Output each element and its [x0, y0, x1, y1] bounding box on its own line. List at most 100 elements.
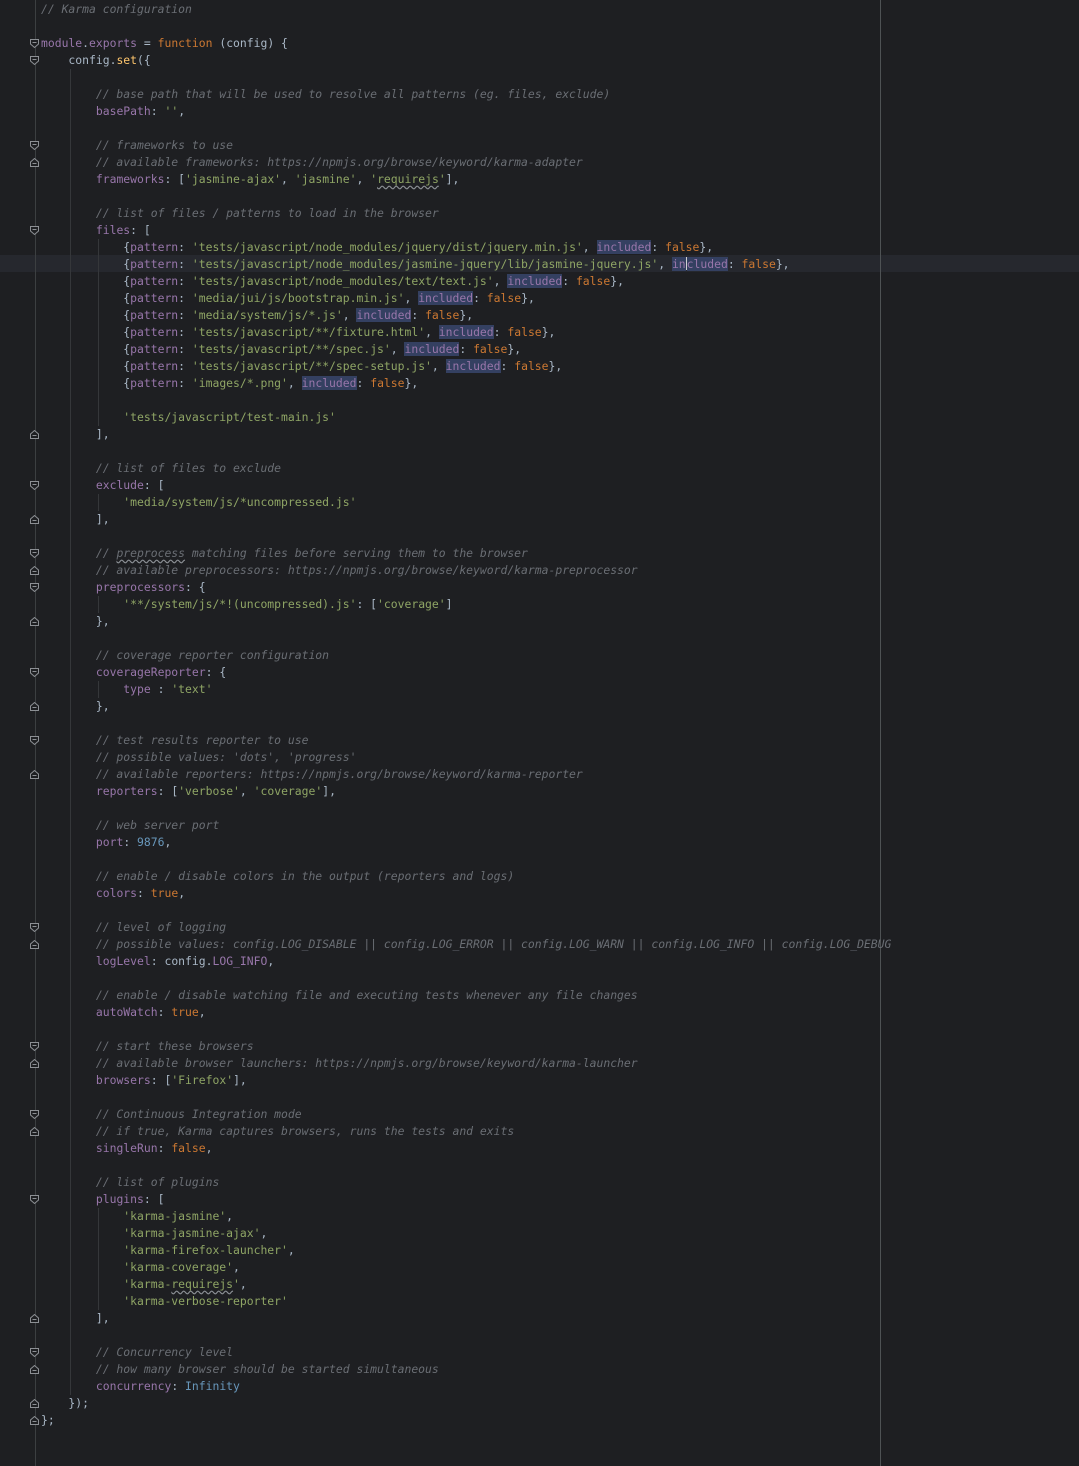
code-line[interactable]: concurrency: Infinity: [41, 1378, 240, 1395]
code-line[interactable]: coverageReporter: {: [41, 664, 226, 681]
code-line[interactable]: ],: [41, 426, 110, 443]
fold-end-icon[interactable]: [30, 430, 39, 439]
code-token: ,: [260, 1226, 268, 1240]
fold-end-icon[interactable]: [30, 158, 39, 167]
fold-end-icon[interactable]: [30, 1127, 39, 1136]
fold-collapse-icon[interactable]: [30, 1110, 39, 1119]
code-line[interactable]: preprocessors: {: [41, 579, 206, 596]
code-line[interactable]: // available frameworks: https://npmjs.o…: [41, 154, 583, 171]
code-line[interactable]: {pattern: 'tests/javascript/**/spec.js',…: [41, 341, 521, 358]
code-line[interactable]: // test results reporter to use: [41, 732, 309, 749]
fold-collapse-icon[interactable]: [30, 923, 39, 932]
code-line[interactable]: // list of files / patterns to load in t…: [41, 205, 439, 222]
code-line[interactable]: config.set({: [41, 52, 150, 69]
code-token: ,: [287, 376, 302, 390]
fold-collapse-icon[interactable]: [30, 39, 39, 48]
code-token: // enable / disable colors in the output…: [41, 869, 515, 883]
code-line[interactable]: // possible values: 'dots', 'progress': [41, 749, 357, 766]
code-line[interactable]: // preprocess matching files before serv…: [41, 545, 528, 562]
code-line[interactable]: 'tests/javascript/test-main.js': [41, 409, 336, 426]
code-line[interactable]: // enable / disable watching file and ex…: [41, 987, 638, 1004]
code-line[interactable]: '**/system/js/*!(uncompressed).js': ['co…: [41, 596, 452, 613]
code-line[interactable]: // enable / disable colors in the output…: [41, 868, 514, 885]
code-line[interactable]: // available browser launchers: https://…: [41, 1055, 638, 1072]
code-line[interactable]: // web server port: [41, 817, 219, 834]
code-line[interactable]: // level of logging: [41, 919, 226, 936]
code-line[interactable]: // Karma configuration: [41, 1, 192, 18]
code-line[interactable]: {pattern: 'media/jui/js/bootstrap.min.js…: [41, 290, 535, 307]
code-line[interactable]: {pattern: 'media/system/js/*.js', includ…: [41, 307, 473, 324]
code-line[interactable]: {pattern: 'tests/javascript/**/fixture.h…: [41, 324, 555, 341]
code-line[interactable]: 'karma-jasmine-ajax',: [41, 1225, 267, 1242]
code-line[interactable]: // start these browsers: [41, 1038, 254, 1055]
code-line[interactable]: // available preprocessors: https://npmj…: [41, 562, 638, 579]
code-line[interactable]: },: [41, 698, 110, 715]
code-line[interactable]: },: [41, 613, 110, 630]
code-line[interactable]: module.exports = function (config) {: [41, 35, 288, 52]
fold-end-icon[interactable]: [30, 1399, 39, 1408]
code-line[interactable]: // frameworks to use: [41, 137, 233, 154]
code-editor[interactable]: // Karma configuration module.exports = f…: [0, 0, 1079, 1466]
code-line[interactable]: files: [: [41, 222, 151, 239]
fold-collapse-icon[interactable]: [30, 141, 39, 150]
code-line[interactable]: });: [41, 1395, 89, 1412]
fold-end-icon[interactable]: [30, 1365, 39, 1374]
code-line[interactable]: logLevel: config.LOG_INFO,: [41, 953, 274, 970]
fold-end-icon[interactable]: [30, 940, 39, 949]
code-line[interactable]: 'karma-requirejs',: [41, 1276, 246, 1293]
code-line[interactable]: colors: true,: [41, 885, 185, 902]
code-line[interactable]: basePath: '',: [41, 103, 185, 120]
code-line[interactable]: exclude: [: [41, 477, 165, 494]
fold-end-icon[interactable]: [30, 1416, 39, 1425]
code-line[interactable]: reporters: ['verbose', 'coverage'],: [41, 783, 336, 800]
code-line[interactable]: port: 9876,: [41, 834, 171, 851]
code-line[interactable]: {pattern: 'tests/javascript/node_modules…: [41, 273, 624, 290]
code-line[interactable]: {pattern: 'tests/javascript/**/spec-setu…: [41, 358, 562, 375]
code-line[interactable]: // list of files to exclude: [41, 460, 281, 477]
fold-end-icon[interactable]: [30, 566, 39, 575]
code-line[interactable]: // Continuous Integration mode: [41, 1106, 302, 1123]
code-line[interactable]: 'karma-verbose-reporter': [41, 1293, 288, 1310]
code-line[interactable]: // Concurrency level: [41, 1344, 233, 1361]
code-line[interactable]: // available reporters: https://npmjs.or…: [41, 766, 583, 783]
fold-end-icon[interactable]: [30, 1314, 39, 1323]
fold-collapse-icon[interactable]: [30, 549, 39, 558]
fold-collapse-icon[interactable]: [30, 1042, 39, 1051]
fold-end-icon[interactable]: [30, 1059, 39, 1068]
fold-end-icon[interactable]: [30, 617, 39, 626]
code-line[interactable]: singleRun: false,: [41, 1140, 213, 1157]
fold-collapse-icon[interactable]: [30, 226, 39, 235]
code-line[interactable]: };: [41, 1412, 55, 1429]
fold-collapse-icon[interactable]: [30, 1348, 39, 1357]
code-line[interactable]: // coverage reporter configuration: [41, 647, 329, 664]
code-line[interactable]: 'karma-jasmine',: [41, 1208, 233, 1225]
fold-collapse-icon[interactable]: [30, 56, 39, 65]
code-line[interactable]: 'karma-firefox-launcher',: [41, 1242, 294, 1259]
code-line[interactable]: ],: [41, 511, 110, 528]
fold-end-icon[interactable]: [30, 515, 39, 524]
code-line[interactable]: // how many browser should be started si…: [41, 1361, 439, 1378]
fold-collapse-icon[interactable]: [30, 1195, 39, 1204]
fold-end-icon[interactable]: [30, 702, 39, 711]
code-line[interactable]: // possible values: config.LOG_DISABLE |…: [41, 936, 892, 953]
fold-collapse-icon[interactable]: [30, 481, 39, 490]
code-line[interactable]: // base path that will be used to resolv…: [41, 86, 610, 103]
code-line[interactable]: 'media/system/js/*uncompressed.js': [41, 494, 356, 511]
code-line[interactable]: autoWatch: true,: [41, 1004, 206, 1021]
fold-collapse-icon[interactable]: [30, 736, 39, 745]
fold-collapse-icon[interactable]: [30, 668, 39, 677]
fold-end-icon[interactable]: [30, 770, 39, 779]
code-line[interactable]: ],: [41, 1310, 110, 1327]
code-line[interactable]: // if true, Karma captures browsers, run…: [41, 1123, 514, 1140]
code-line[interactable]: {pattern: 'images/*.png', included: fals…: [41, 375, 418, 392]
code-line[interactable]: frameworks: ['jasmine-ajax', 'jasmine', …: [41, 171, 460, 188]
code-line[interactable]: {pattern: 'tests/javascript/node_modules…: [41, 239, 713, 256]
fold-collapse-icon[interactable]: [30, 583, 39, 592]
code-line[interactable]: 'karma-coverage',: [41, 1259, 240, 1276]
code-line[interactable]: plugins: [: [41, 1191, 165, 1208]
code-line[interactable]: browsers: ['Firefox'],: [41, 1072, 247, 1089]
code-line[interactable]: type : 'text': [41, 681, 212, 698]
code-line[interactable]: {pattern: 'tests/javascript/node_modules…: [41, 256, 790, 273]
code-line[interactable]: // list of plugins: [41, 1174, 219, 1191]
